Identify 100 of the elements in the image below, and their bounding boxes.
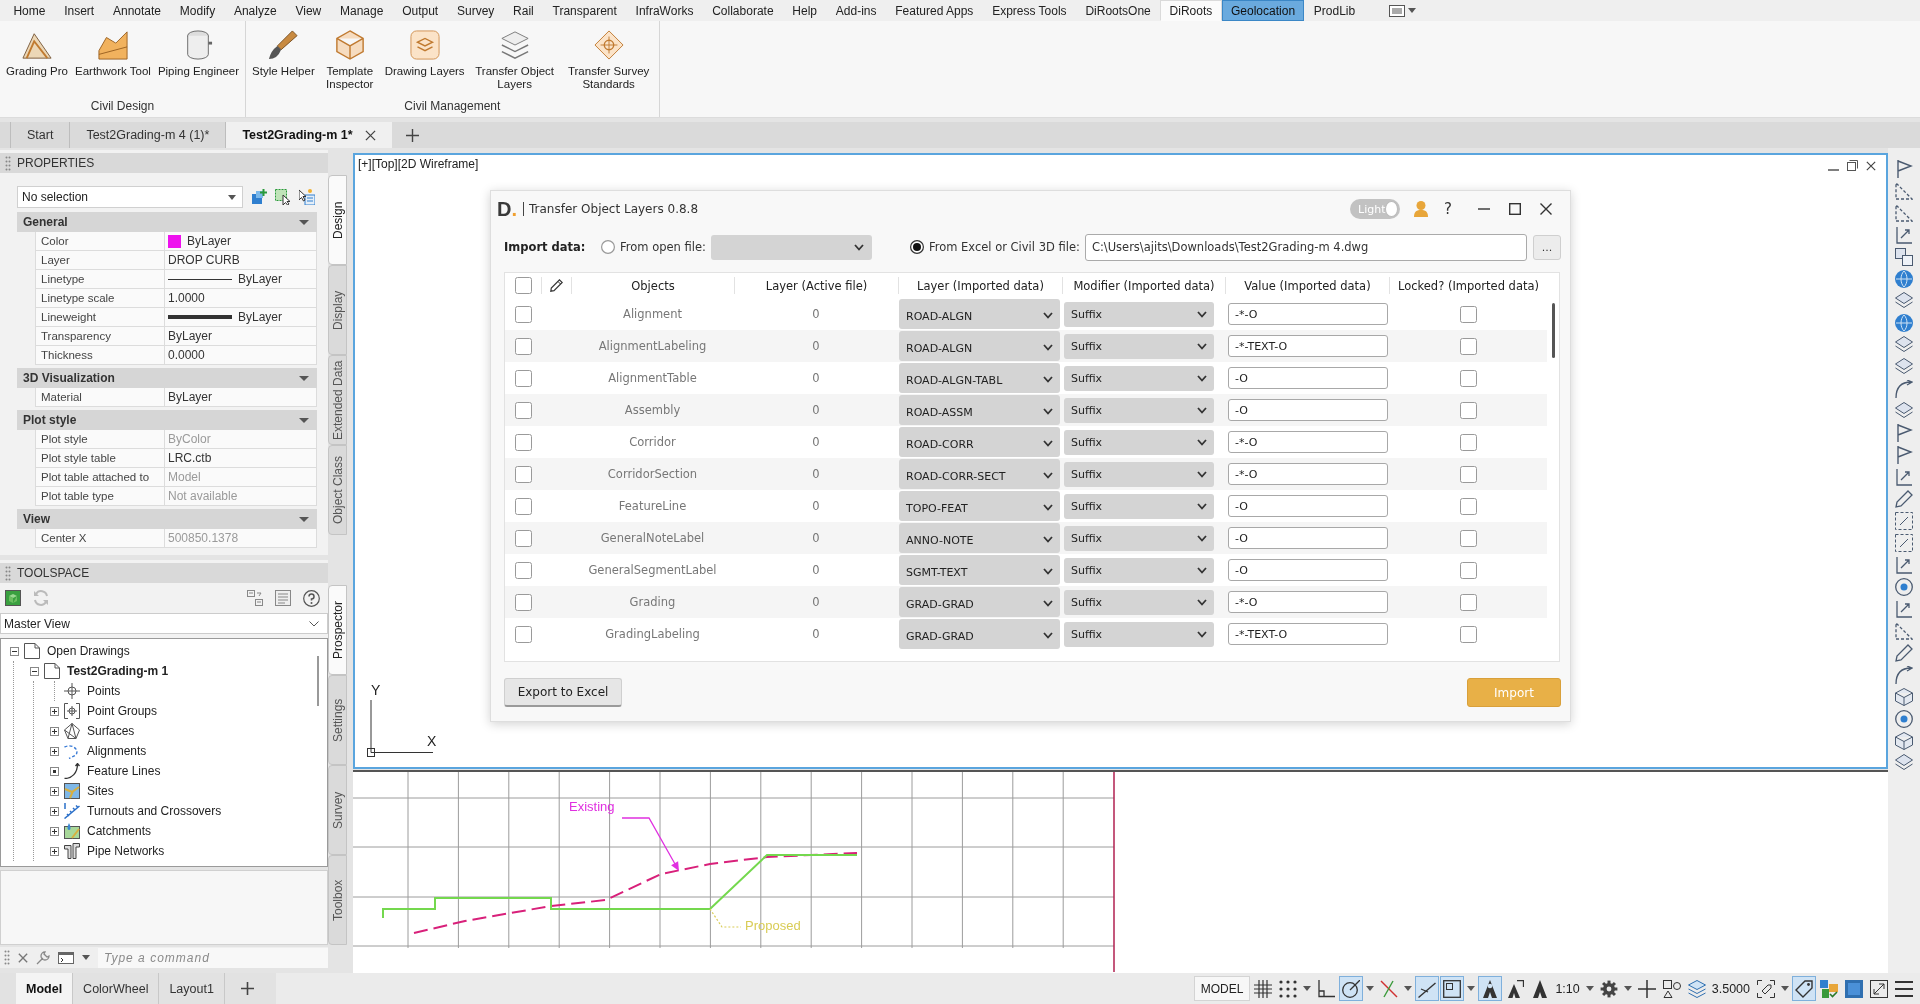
modifier-dropdown[interactable]: Suffix <box>1064 461 1214 487</box>
checkbox[interactable] <box>514 625 532 643</box>
grip-icon[interactable] <box>5 565 11 581</box>
modifier-dropdown[interactable]: Suffix <box>1064 429 1214 455</box>
chevron-down-icon[interactable] <box>309 620 319 627</box>
help-icon[interactable] <box>303 589 320 607</box>
menu-tab[interactable]: Survey <box>447 0 504 21</box>
split-panel-icon[interactable] <box>247 590 263 606</box>
checkbox[interactable] <box>514 369 532 387</box>
diamond-stack-icon[interactable] <box>1895 754 1913 772</box>
diamond-stack-icon[interactable] <box>1895 402 1913 420</box>
menu-tab[interactable]: Featured Apps <box>885 0 983 21</box>
value-field[interactable]: -O <box>1228 399 1388 421</box>
dot-box-icon[interactable] <box>49 766 59 776</box>
modifier-dropdown[interactable]: Suffix <box>1064 493 1214 519</box>
radio-icon[interactable] <box>909 240 924 254</box>
property-value[interactable]: 1.0000 <box>168 291 205 305</box>
layout-tab[interactable]: Layout1 <box>159 973 225 1004</box>
ribbon-tool-button[interactable]: Earthwork Tool <box>75 30 151 78</box>
radio-icon[interactable] <box>601 240 615 254</box>
selection-dropdown[interactable]: No selection <box>17 186 243 208</box>
ribbon-tool-button[interactable]: Grading Pro <box>6 30 68 78</box>
checkbox[interactable] <box>1459 433 1477 451</box>
wrench-icon[interactable] <box>36 950 50 965</box>
chevron-down-icon[interactable] <box>1197 502 1207 510</box>
chevron-down-icon[interactable] <box>1197 534 1207 542</box>
checkbox[interactable] <box>1459 369 1477 387</box>
radio-option[interactable]: From open file: <box>601 240 706 254</box>
chevron-down-icon[interactable] <box>1197 630 1207 638</box>
expand-icon[interactable] <box>49 706 59 716</box>
flag-icon[interactable] <box>1895 446 1913 464</box>
menu-tab[interactable]: Add-ins <box>826 0 886 21</box>
chevron-down-icon[interactable] <box>1197 374 1207 382</box>
checkbox[interactable] <box>514 305 532 323</box>
modifier-dropdown[interactable]: Suffix <box>1064 589 1214 615</box>
panel-icon[interactable] <box>275 590 291 606</box>
property-value[interactable]: 0.0000 <box>168 348 205 362</box>
chevron-down-icon[interactable] <box>1043 440 1053 447</box>
layer-dropdown[interactable]: ROAD-ALGN <box>899 331 1060 361</box>
chevron-down-icon[interactable] <box>853 243 864 251</box>
chevron-down-icon[interactable] <box>1043 408 1053 415</box>
value-field[interactable]: -*-O <box>1228 463 1388 485</box>
modifier-dropdown[interactable]: Suffix <box>1064 397 1214 423</box>
file-tab[interactable]: Test2Grading-m 1* <box>225 122 392 148</box>
modifier-dropdown[interactable]: Suffix <box>1064 525 1214 551</box>
status-bar-button[interactable] <box>1415 976 1440 1001</box>
tree-item[interactable]: Test2Grading-m 1 <box>67 664 169 678</box>
flag-icon[interactable] <box>1895 424 1913 442</box>
chevron-down-icon[interactable] <box>1197 406 1207 414</box>
ribbon-tool-button[interactable]: Transfer Survey Standards <box>564 30 653 91</box>
checkbox[interactable] <box>1459 561 1477 579</box>
caret-icon[interactable] <box>1407 8 1416 13</box>
modifier-dropdown[interactable]: Suffix <box>1064 621 1214 647</box>
value-field[interactable]: -O <box>1228 367 1388 389</box>
ribbon-tool-button[interactable]: Template Inspector <box>321 30 378 91</box>
grip-icon[interactable] <box>4 950 10 965</box>
menu-tab[interactable]: DiRootsOne <box>1076 0 1161 21</box>
layout-tab[interactable]: ColorWheel <box>73 973 160 1004</box>
plus-icon[interactable] <box>405 128 419 142</box>
checkbox[interactable] <box>514 433 532 451</box>
pencil-line-icon[interactable] <box>1895 644 1913 662</box>
chevron-down-icon[interactable] <box>1197 438 1207 446</box>
menu-tab[interactable]: Output <box>392 0 448 21</box>
side-tab[interactable]: Survey <box>328 765 347 855</box>
chevron-down-icon[interactable] <box>1043 568 1053 575</box>
maximize-icon[interactable] <box>1509 203 1521 215</box>
caret-icon[interactable] <box>228 194 236 200</box>
layer-dropdown[interactable]: ROAD-ASSM <box>899 395 1060 425</box>
dashed-box-icon[interactable] <box>1895 512 1913 530</box>
target-icon[interactable] <box>1895 578 1913 596</box>
tree-item[interactable]: Turnouts and Crossovers <box>87 804 222 818</box>
corner-arrow-icon[interactable] <box>1895 226 1913 244</box>
checkbox[interactable] <box>514 561 532 579</box>
globe-icon[interactable] <box>1895 314 1913 332</box>
value-field[interactable]: -O <box>1228 559 1388 581</box>
tree-item[interactable]: Alignments <box>87 744 147 758</box>
checkbox[interactable] <box>514 497 532 515</box>
tree-item[interactable]: Open Drawings <box>47 644 130 658</box>
scrollbar[interactable] <box>1552 303 1555 358</box>
layer-dropdown[interactable]: ROAD-ALGN-TABL <box>899 363 1060 393</box>
value-field[interactable]: -O <box>1228 527 1388 549</box>
curve-arrow-icon[interactable] <box>1895 380 1913 398</box>
chevron-down-icon[interactable] <box>1043 344 1053 351</box>
chevron-down-icon[interactable] <box>1043 472 1053 479</box>
expand-icon[interactable] <box>49 726 59 736</box>
side-tab[interactable]: Prospector <box>328 585 347 675</box>
checkbox[interactable] <box>514 593 532 611</box>
file-path-field[interactable]: C:\Users\ajits\Downloads\Test2Grading-m 4.dwg <box>1084 233 1527 261</box>
quick-select-icon[interactable] <box>299 189 315 205</box>
ribbon-tool-button[interactable]: Drawing Layers <box>384 30 465 78</box>
ribbon-tool-button[interactable]: Style Helper <box>252 30 315 78</box>
checkbox[interactable] <box>1459 529 1477 547</box>
status-bar-button[interactable] <box>1478 976 1503 1001</box>
dashed-triangle-icon[interactable] <box>1895 204 1913 222</box>
modifier-dropdown[interactable]: Suffix <box>1064 365 1214 391</box>
chevron-down-icon[interactable] <box>1197 598 1207 606</box>
menu-tab[interactable]: Geolocation <box>1221 0 1305 21</box>
diamond-stack-icon[interactable] <box>1895 292 1913 310</box>
value-field[interactable]: -O <box>1228 495 1388 517</box>
radio-option[interactable]: From Excel or Civil 3D file: <box>909 240 1080 254</box>
